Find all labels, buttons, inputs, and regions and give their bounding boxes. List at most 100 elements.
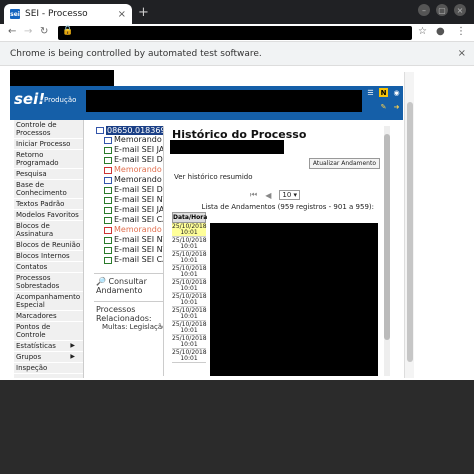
email-icon [104, 156, 112, 164]
col-header-datahora: Data/Hora [172, 212, 208, 223]
tree-item[interactable]: E-mail SEI JAI [94, 205, 163, 215]
datahora-cell: 25/10/2018 10:01 [172, 293, 207, 307]
tree-item[interactable]: E-mail SEI CA [94, 255, 163, 265]
menu-item[interactable]: Inspeção [14, 363, 83, 374]
menu-item[interactable]: Textos Padrão [14, 199, 83, 210]
menu-item[interactable]: Blocos de Reunião [14, 240, 83, 251]
tree-item[interactable]: E-mail SEI NT [94, 245, 163, 255]
tools-icon[interactable]: ✎ [379, 102, 388, 111]
tab-strip: sei SEI - Processo × + – ▢ × [0, 0, 474, 24]
menu-item[interactable]: Contatos [14, 262, 83, 273]
menu-list-icon[interactable]: ☰ [366, 88, 375, 97]
infobar-close-icon[interactable]: × [458, 48, 466, 59]
tree-item-label: E-mail SEI JAI [114, 145, 164, 154]
redacted-unit-selector[interactable] [86, 90, 362, 112]
consultar-andamento-link[interactable]: 🔎 Consultar Andamento [94, 273, 163, 295]
tree-item[interactable]: Memorando 4! [94, 135, 163, 145]
inner-scrollbar-thumb[interactable] [384, 134, 390, 340]
tab-sei-processo[interactable]: sei SEI - Processo × [4, 4, 132, 24]
tree-item-label: E-mail SEI JAI [114, 205, 164, 214]
menu-item[interactable]: Acompanhamento Especial [14, 292, 83, 311]
tree-item-label: E-mail SEI DE [114, 185, 164, 194]
minimize-icon[interactable]: – [418, 4, 430, 16]
address-bar[interactable] [58, 26, 412, 40]
email-icon [104, 146, 112, 154]
time-text: 10:01 [180, 341, 198, 348]
email-icon [104, 256, 112, 264]
process-tree: 08650.018369/20 Memorando 4!E-mail SEI J… [94, 126, 164, 376]
menu-item[interactable]: Iniciar Processo [14, 139, 83, 150]
maximize-icon[interactable]: ▢ [436, 4, 448, 16]
time-text: 10:01 [180, 229, 198, 236]
redacted-block [10, 70, 114, 86]
menu-item[interactable]: Modelos Favoritos [14, 210, 83, 221]
tree-item[interactable]: Memorando nº [94, 175, 163, 185]
new-tab-icon[interactable]: + [138, 5, 149, 20]
profile-icon[interactable]: ● [436, 26, 445, 37]
user-icon[interactable]: ◉ [392, 88, 401, 97]
bookmark-star-icon[interactable]: ☆ [418, 26, 427, 37]
sei-banner: sei! Produção ☰ N ◉ ✎ ➜ [10, 86, 403, 120]
folder-icon [96, 127, 104, 134]
search-icon: 🔎 [96, 277, 106, 286]
reload-icon[interactable]: ↻ [40, 26, 48, 37]
automation-infobar: Chrome is being controlled by automated … [0, 42, 474, 66]
datahora-cell: 25/10/2018 10:01 [172, 335, 207, 349]
inner-scrollbar[interactable] [384, 126, 390, 376]
submenu-arrow-icon: ▶ [70, 342, 75, 349]
menu-item[interactable]: Base de Conhecimento [14, 180, 83, 199]
menu-item[interactable]: Controle de Processos [14, 120, 83, 139]
main-menu: Controle de Processos Iniciar Processo R… [14, 120, 84, 378]
history-panel: Histórico do Processo Atualizar Andament… [168, 126, 382, 376]
infobar-text: Chrome is being controlled by automated … [10, 48, 262, 59]
relacionado-item[interactable]: Multas: Legislação (1 [96, 323, 163, 332]
menu-item[interactable]: Processos Sobrestados [14, 273, 83, 292]
tree-item[interactable]: E-mail SEI JAI [94, 145, 163, 155]
tree-item[interactable]: E-mail SEI NT [94, 195, 163, 205]
tree-root-process[interactable]: 08650.018369/20 [106, 126, 163, 135]
time-text: 10:01 [180, 313, 198, 320]
menu-kebab-icon[interactable]: ⋮ [456, 26, 466, 37]
prev-page-icon[interactable]: ◀ [265, 191, 271, 200]
menu-item[interactable]: Retorno Programado [14, 150, 83, 169]
menu-item[interactable]: Blocos de Assinatura [14, 221, 83, 240]
tree-item[interactable]: E-mail SEI DE [94, 185, 163, 195]
datahora-cell: 25/10/2018 10:01 [172, 321, 207, 335]
forward-icon[interactable]: → [24, 26, 32, 37]
time-text: 10:01 [180, 243, 198, 250]
page-select[interactable]: 10 ▾ [279, 190, 301, 200]
email-icon [104, 236, 112, 244]
menu-item[interactable]: Grupos ▶ [14, 352, 83, 363]
first-page-icon[interactable]: ⏮ [250, 190, 257, 200]
tab-close-icon[interactable]: × [118, 9, 126, 20]
ver-resumido-link[interactable]: Ver histórico resumido [174, 173, 253, 181]
menu-item[interactable]: Pesquisa [14, 169, 83, 180]
andamentos-table: Data/Hora 25/10/2018 10:01 25/10/2018 10:01… [172, 212, 378, 376]
menu-item[interactable]: Blocos Internos [14, 251, 83, 262]
page-scrollbar[interactable] [404, 72, 414, 378]
submenu-arrow-icon: ▶ [70, 353, 75, 360]
tree-item[interactable]: Memorando 2 [94, 165, 163, 175]
menu-item[interactable]: Pontos de Controle [14, 322, 83, 341]
exit-icon[interactable]: ➜ [392, 102, 401, 111]
time-text: 10:01 [180, 355, 198, 362]
atualizar-andamento-button[interactable]: Atualizar Andamento [308, 158, 380, 169]
datahora-cell: 25/10/2018 10:01 [172, 251, 207, 265]
email-icon [104, 206, 112, 214]
close-window-icon[interactable]: × [454, 4, 466, 16]
tree-item[interactable]: E-mail SEI CA [94, 215, 163, 225]
email-icon [104, 246, 112, 254]
tab-title: SEI - Processo [25, 9, 88, 19]
tree-item-label: Memorando nº [114, 175, 163, 184]
tree-item[interactable]: E-mail SEI DE [94, 155, 163, 165]
tree-item-label: Memorando 4! [114, 135, 163, 144]
page-content: sei! Produção ☰ N ◉ ✎ ➜ Controle de Proc… [0, 66, 474, 380]
tree-item[interactable]: E-mail SEI NT [94, 235, 163, 245]
menu-item[interactable]: Marcadores [14, 311, 83, 322]
sei-logo[interactable]: sei! [14, 90, 45, 108]
page-scrollbar-thumb[interactable] [407, 102, 413, 362]
menu-item[interactable]: Estatísticas ▶ [14, 341, 83, 352]
tree-item[interactable]: Memorando 2 [94, 225, 163, 235]
back-icon[interactable]: ← [8, 26, 16, 37]
news-n-icon[interactable]: N [379, 88, 388, 97]
